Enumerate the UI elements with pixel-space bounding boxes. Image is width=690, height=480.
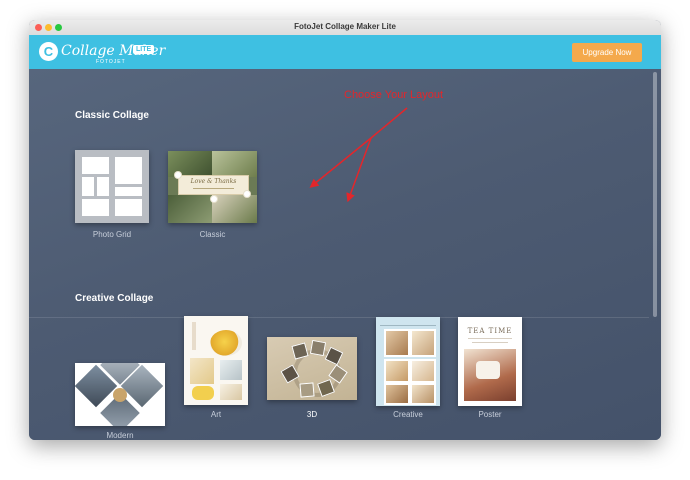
vertical-scrollbar[interactable] bbox=[653, 72, 657, 317]
classic-banner: Love & Thanks bbox=[178, 175, 249, 195]
window-title: FotoJet Collage Maker Lite bbox=[294, 22, 396, 31]
collage-maker-logo-icon: C bbox=[39, 42, 58, 61]
layout-card-photo-grid[interactable]: Photo Grid bbox=[75, 150, 149, 239]
layout-card-art[interactable]: Art bbox=[184, 316, 248, 440]
section-title-classic: Classic Collage bbox=[75, 110, 149, 121]
art-thumbnail bbox=[184, 316, 248, 405]
logo-subtitle: FOTOJET bbox=[96, 59, 126, 65]
poster-title-text: TEA TIME bbox=[467, 327, 513, 335]
layout-label: Classic bbox=[199, 230, 226, 239]
layout-card-creative[interactable]: Creative bbox=[376, 317, 440, 440]
photo-grid-thumbnail bbox=[75, 150, 149, 223]
3d-thumbnail bbox=[267, 337, 357, 400]
classic-banner-text: Love & Thanks bbox=[190, 178, 237, 185]
app-header: C Collage Maker LITE FOTOJET Upgrade Now bbox=[29, 35, 661, 69]
lite-badge: LITE bbox=[133, 45, 155, 54]
layout-card-modern[interactable]: Modern bbox=[75, 363, 165, 440]
creative-thumbnail bbox=[376, 317, 440, 406]
poster-thumbnail: TEA TIME bbox=[458, 317, 522, 406]
app-window: FotoJet Collage Maker Lite C Collage Mak… bbox=[29, 20, 661, 440]
layout-card-poster[interactable]: TEA TIME Poster bbox=[458, 317, 522, 440]
modern-thumbnail bbox=[75, 363, 165, 426]
title-bar: FotoJet Collage Maker Lite bbox=[29, 20, 661, 36]
layout-card-3d[interactable]: 3D bbox=[267, 337, 357, 440]
section-title-creative: Creative Collage bbox=[75, 293, 154, 304]
annotation-text: Choose Your Layout bbox=[344, 89, 444, 101]
layout-label: Poster bbox=[478, 410, 502, 419]
section-divider bbox=[29, 317, 649, 318]
layout-label: Modern bbox=[106, 431, 134, 440]
upgrade-now-button[interactable]: Upgrade Now bbox=[572, 43, 642, 62]
layout-chooser: Classic Collage Photo Grid Love & Thanks… bbox=[29, 69, 661, 440]
classic-thumbnail: Love & Thanks bbox=[168, 151, 257, 223]
layout-card-classic[interactable]: Love & Thanks Classic bbox=[168, 151, 257, 239]
